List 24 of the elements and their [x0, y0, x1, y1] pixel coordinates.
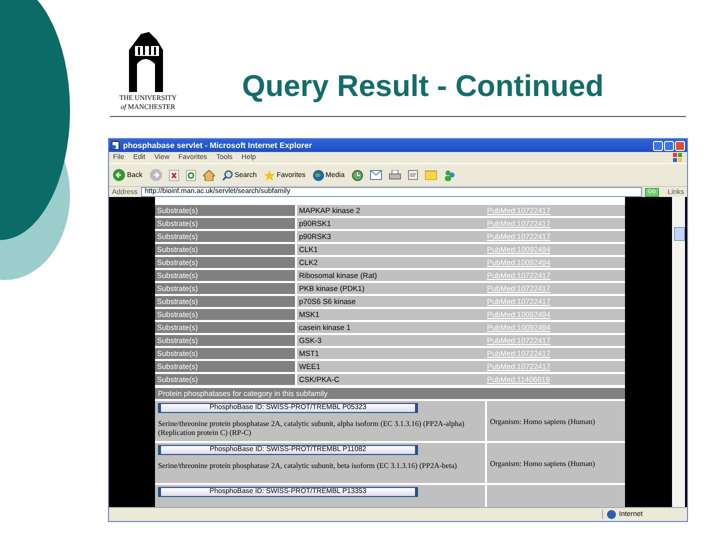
refresh-icon[interactable]	[186, 170, 196, 180]
mail-icon[interactable]	[370, 170, 382, 180]
star-icon[interactable]	[264, 170, 275, 180]
slide-title: Query Result - Continued	[242, 70, 604, 104]
maximize-button[interactable]	[664, 140, 674, 150]
globe-icon[interactable]	[312, 170, 324, 180]
history-icon[interactable]	[352, 170, 363, 180]
search-icon[interactable]	[222, 170, 233, 180]
page-icon	[111, 141, 120, 150]
folder-icon[interactable]	[424, 170, 437, 180]
close-button[interactable]	[675, 140, 685, 150]
stop-icon[interactable]	[168, 170, 179, 180]
people-icon[interactable]	[444, 170, 456, 180]
back-icon[interactable]	[113, 169, 125, 181]
document-icon[interactable]	[408, 170, 418, 180]
printer-icon[interactable]	[388, 170, 401, 180]
minimize-button[interactable]	[653, 140, 663, 150]
window-title: phosphabase servlet - Microsoft Internet Explorer	[123, 141, 313, 150]
forward-icon[interactable]	[150, 169, 162, 181]
scrollbar[interactable]	[672, 197, 685, 507]
home-icon[interactable]	[202, 170, 215, 180]
scroll-thumb[interactable]	[674, 227, 685, 241]
globe-icon	[607, 510, 616, 519]
windows-flag-icon	[673, 153, 683, 162]
